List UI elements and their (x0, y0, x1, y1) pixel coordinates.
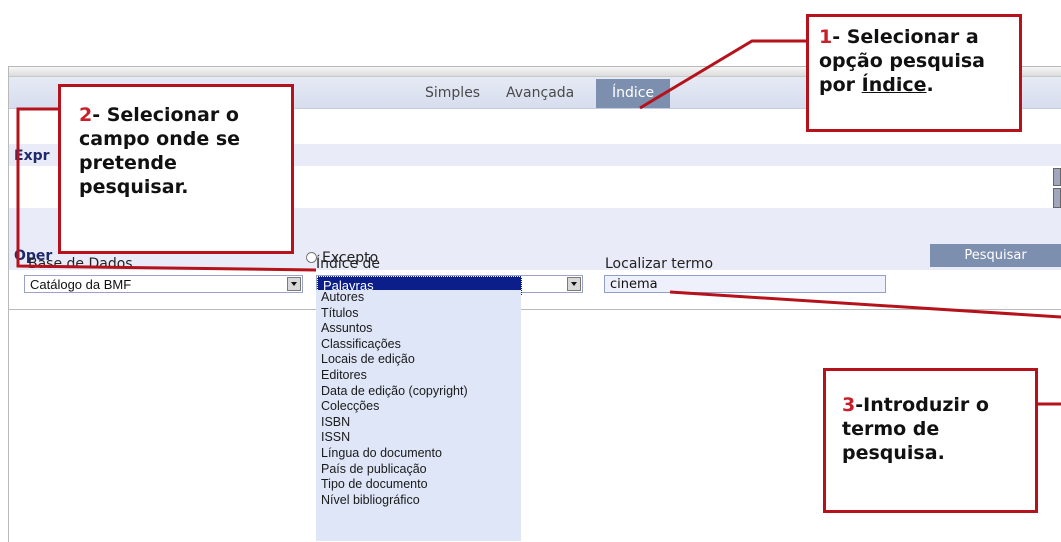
callout-1: 1- Selecionar a opção pesquisa por Índic… (806, 14, 1022, 132)
connector-1 (639, 39, 806, 110)
callout-2: 2- Selecionar o campo onde se pretende p… (58, 84, 294, 254)
callout-3: 3-Introduzir o termo de pesquisa. (823, 368, 1038, 513)
callout-1-keyword: Índice (861, 74, 927, 96)
callout-1-period: . (926, 74, 934, 96)
callout-2-text: - Selecionar o campo onde se pretende pe… (79, 104, 241, 198)
connector-3 (669, 290, 1061, 319)
callout-3-text: -Introduzir o termo de pesquisa. (842, 394, 989, 464)
callout-1-number: 1 (819, 26, 833, 48)
callout-3-number: 3 (842, 394, 856, 416)
callout-2-number: 2 (79, 104, 93, 126)
